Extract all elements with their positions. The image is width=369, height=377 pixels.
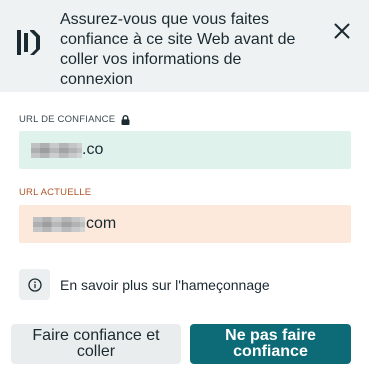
dashlane-logo-icon [17,29,41,56]
trust-and-paste-label: Faire confiance et coller [32,327,160,360]
close-icon [334,23,350,39]
current-url-label: URL ACTUELLE [19,187,91,199]
current-url-label-text: URL ACTUELLE [19,187,92,198]
info-icon-button[interactable] [19,269,50,300]
trusted-url-label-text: URL DE CONFIANCE [19,114,116,125]
phishing-info-text[interactable]: En savoir plus sur l'hameçonnage [60,276,270,294]
do-not-trust-button[interactable]: Ne pas faire confiance [190,324,351,364]
close-button[interactable] [333,22,351,40]
warning-header: Assurez-vous que vous faites confiance à… [0,0,369,92]
current-url-field: com [19,205,351,243]
redacted-text [31,142,82,158]
info-icon [27,277,42,292]
trusted-url-label: URL DE CONFIANCE [19,114,130,126]
trusted-url-field: .co [19,131,351,169]
trust-and-paste-button[interactable]: Faire confiance et coller [11,324,181,364]
trusted-url-value: .co [82,141,104,158]
warning-message: Assurez-vous que vous faites confiance à… [60,11,296,88]
current-url-value: com [86,215,117,232]
phishing-info-link[interactable]: En savoir plus sur l'hameçonnage [19,269,270,300]
do-not-trust-label: Ne pas faire confiance [225,327,316,360]
lock-icon [121,115,130,125]
redacted-text [33,216,85,232]
